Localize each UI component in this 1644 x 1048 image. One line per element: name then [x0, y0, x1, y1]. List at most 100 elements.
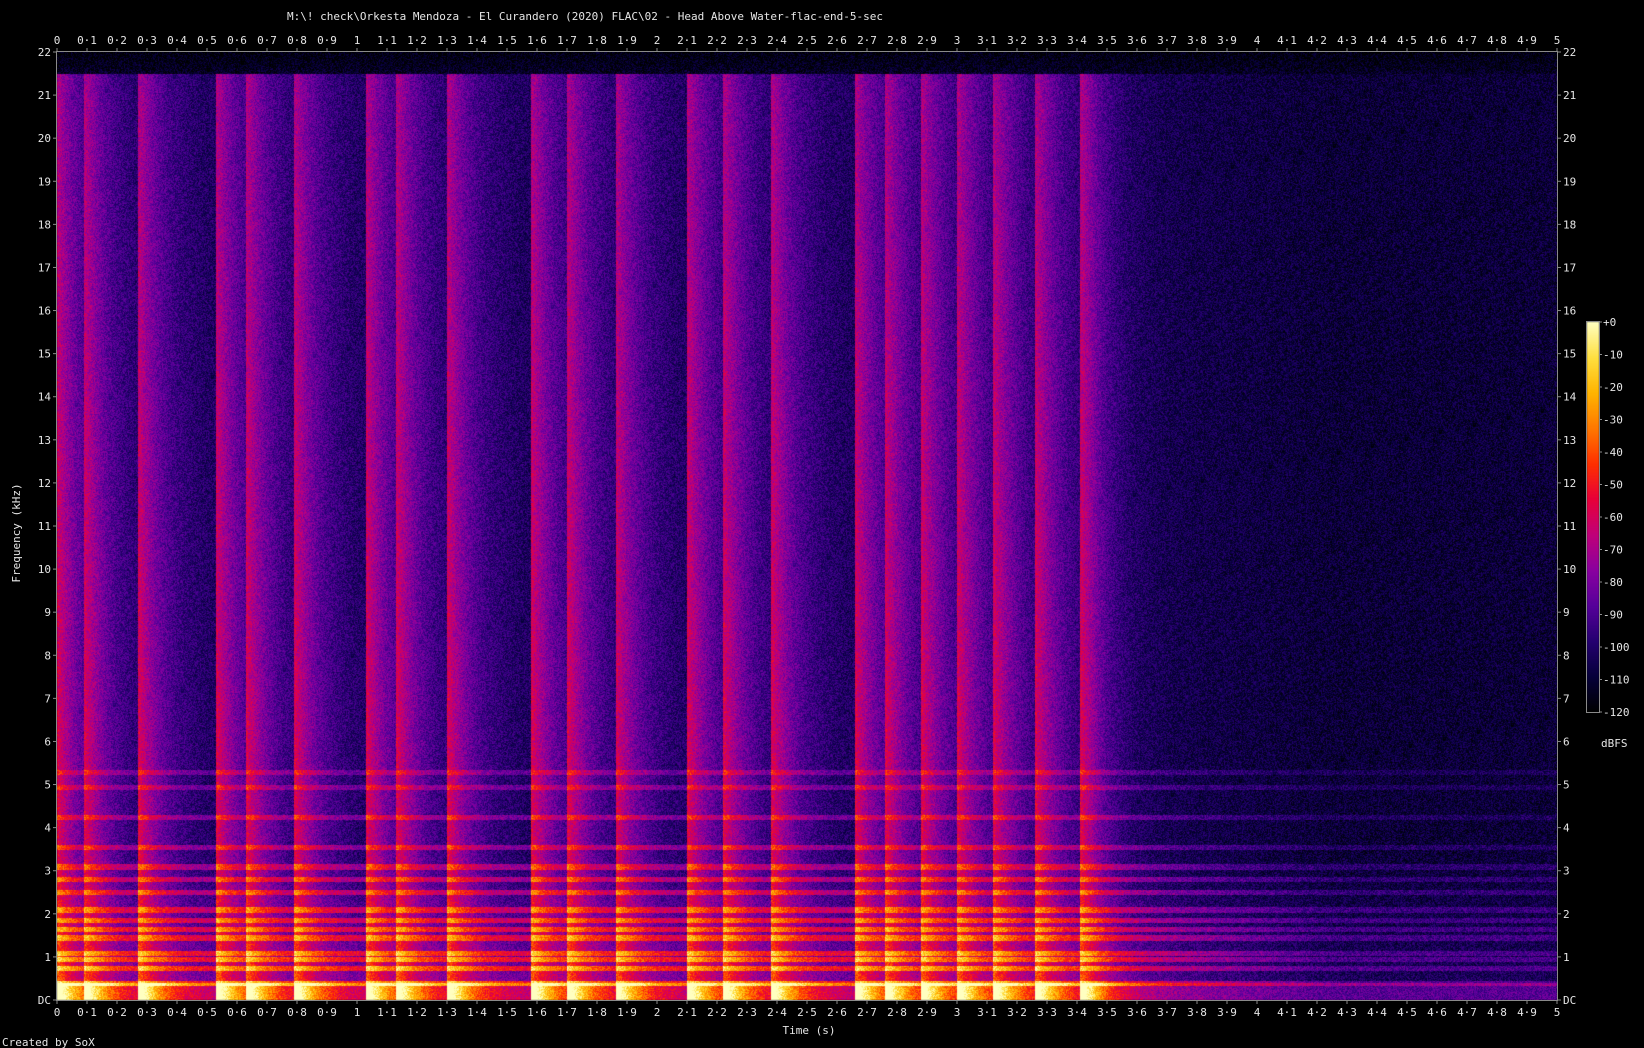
- x-tick-label-top: 3·2: [1007, 34, 1027, 47]
- x-tick-label-top: 1·2: [407, 34, 427, 47]
- x-tick-label-bottom: 2·4: [767, 1006, 787, 1019]
- x-tick-label-bottom: 0·5: [197, 1006, 217, 1019]
- x-tick-label-top: 2·7: [857, 34, 877, 47]
- x-tick-label-top: 2: [654, 34, 661, 47]
- x-tick-label-bottom: 3·2: [1007, 1006, 1027, 1019]
- colorbar-tick-label: -90: [1603, 609, 1623, 622]
- y-tick-label-right: 21: [1563, 89, 1576, 102]
- x-tick-label-top: 4·2: [1307, 34, 1327, 47]
- x-tick-label-top: 1·1: [377, 34, 397, 47]
- x-tick-label-top: 3·5: [1097, 34, 1117, 47]
- colorbar-tick-label: -100: [1603, 641, 1630, 654]
- x-tick-label-top: 3·8: [1187, 34, 1207, 47]
- x-tick-label-bottom: 3: [954, 1006, 961, 1019]
- colorbar-tick-label: -120: [1603, 706, 1630, 719]
- y-tick-label-left: 8: [44, 649, 51, 662]
- x-tick-label-top: 0·3: [137, 34, 157, 47]
- x-tick-label-top: 0·6: [227, 34, 247, 47]
- x-tick-label-top: 2·8: [887, 34, 907, 47]
- x-tick-label-bottom: 0·4: [167, 1006, 187, 1019]
- x-tick-label-top: 3: [954, 34, 961, 47]
- x-tick-label-top: 2·3: [737, 34, 757, 47]
- y-tick-label-right: 19: [1563, 175, 1576, 188]
- y-tick-label-left: 13: [38, 434, 51, 447]
- x-tick-label-bottom: 2·7: [857, 1006, 877, 1019]
- x-tick-label-bottom: 0·9: [317, 1006, 337, 1019]
- x-tick-label-top: 1·7: [557, 34, 577, 47]
- x-tick-label-top: 2·1: [677, 34, 697, 47]
- y-tick-label-right: 7: [1563, 692, 1570, 705]
- y-tick-label-left: 10: [38, 563, 51, 576]
- x-tick-label-bottom: 0·7: [257, 1006, 277, 1019]
- y-tick-label-right: 3: [1563, 865, 1570, 878]
- x-tick-label-bottom: 4·5: [1397, 1006, 1417, 1019]
- x-tick-label-top: 3·7: [1157, 34, 1177, 47]
- x-tick-label-bottom: 0·8: [287, 1006, 307, 1019]
- colorbar-tick-label: -60: [1603, 511, 1623, 524]
- x-tick-label-bottom: 1·5: [497, 1006, 517, 1019]
- x-tick-label-bottom: 3·1: [977, 1006, 997, 1019]
- y-tick-label-right: 22: [1563, 46, 1576, 59]
- credit-text: Created by SoX: [2, 1036, 95, 1048]
- x-tick-label-bottom: 2·1: [677, 1006, 697, 1019]
- y-tick-label-right: 5: [1563, 779, 1570, 792]
- x-tick-label-top: 2·6: [827, 34, 847, 47]
- colorbar-tick-label: -110: [1603, 674, 1630, 687]
- x-tick-label-bottom: 4·7: [1457, 1006, 1477, 1019]
- x-tick-label-top: 2·4: [767, 34, 787, 47]
- y-tick-label-right: 17: [1563, 261, 1576, 274]
- x-tick-label-bottom: 1·4: [467, 1006, 487, 1019]
- y-axis-label: Frequency (kHz): [10, 483, 23, 582]
- x-tick-label-bottom: 0·1: [77, 1006, 97, 1019]
- colorbar-tick-label: +0: [1603, 316, 1616, 329]
- x-tick-label-bottom: 1·1: [377, 1006, 397, 1019]
- x-tick-label-top: 3·1: [977, 34, 997, 47]
- x-tick-label-top: 2·5: [797, 34, 817, 47]
- x-tick-label-top: 1·3: [437, 34, 457, 47]
- y-tick-label-right: 8: [1563, 649, 1570, 662]
- y-tick-label-left: 5: [44, 779, 51, 792]
- x-tick-label-top: 0·7: [257, 34, 277, 47]
- x-tick-label-bottom: 1·7: [557, 1006, 577, 1019]
- x-tick-label-top: 4·9: [1517, 34, 1537, 47]
- x-tick-label-bottom: 1·6: [527, 1006, 547, 1019]
- x-tick-label-bottom: 3·8: [1187, 1006, 1207, 1019]
- colorbar-tick-label: -40: [1603, 446, 1623, 459]
- x-tick-label-top: 0·9: [317, 34, 337, 47]
- x-tick-label-bottom: 4·1: [1277, 1006, 1297, 1019]
- x-tick-label-bottom: 1: [354, 1006, 361, 1019]
- x-tick-label-top: 0·1: [77, 34, 97, 47]
- x-tick-label-bottom: 3·3: [1037, 1006, 1057, 1019]
- x-tick-label-bottom: 0·2: [107, 1006, 127, 1019]
- x-tick-label-top: 0·4: [167, 34, 187, 47]
- y-tick-label-left: 6: [44, 735, 51, 748]
- x-tick-label-bottom: 1·3: [437, 1006, 457, 1019]
- x-tick-label-bottom: 3·5: [1097, 1006, 1117, 1019]
- x-tick-label-bottom: 2·2: [707, 1006, 727, 1019]
- x-tick-label-top: 4·4: [1367, 34, 1387, 47]
- x-tick-label-top: 4·7: [1457, 34, 1477, 47]
- x-tick-label-bottom: 4·4: [1367, 1006, 1387, 1019]
- x-tick-label-bottom: 4·6: [1427, 1006, 1447, 1019]
- y-tick-label-right: 13: [1563, 434, 1576, 447]
- y-tick-label-right: 18: [1563, 218, 1576, 231]
- x-tick-label-top: 4·1: [1277, 34, 1297, 47]
- y-tick-label-left: 17: [38, 261, 51, 274]
- x-tick-label-bottom: 3·6: [1127, 1006, 1147, 1019]
- x-tick-label-bottom: 2·8: [887, 1006, 907, 1019]
- colorbar: [1586, 321, 1600, 713]
- y-tick-label-left: 11: [38, 520, 51, 533]
- y-tick-label-right: 6: [1563, 735, 1570, 748]
- x-tick-label-bottom: 5: [1554, 1006, 1561, 1019]
- colorbar-label: dBFS: [1601, 737, 1628, 750]
- x-tick-label-bottom: 2·3: [737, 1006, 757, 1019]
- x-tick-label-bottom: 3·9: [1217, 1006, 1237, 1019]
- x-axis-label: Time (s): [783, 1024, 836, 1037]
- x-tick-label-bottom: 2·6: [827, 1006, 847, 1019]
- x-tick-label-bottom: 0: [54, 1006, 61, 1019]
- y-tick-label-left: 9: [44, 606, 51, 619]
- colorbar-tick-label: -50: [1603, 479, 1623, 492]
- x-tick-label-bottom: 2·9: [917, 1006, 937, 1019]
- y-tick-label-left: 1: [44, 951, 51, 964]
- x-tick-label-top: 2·2: [707, 34, 727, 47]
